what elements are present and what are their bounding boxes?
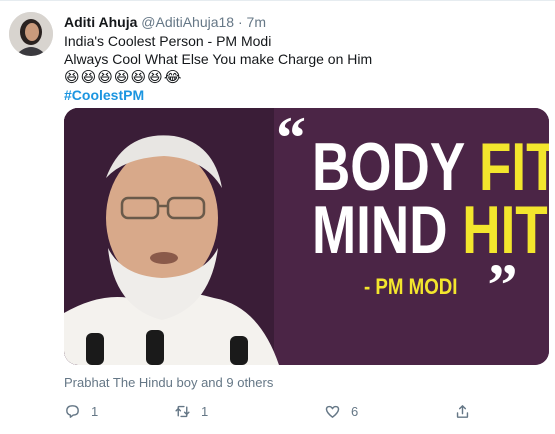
avatar[interactable] (9, 12, 53, 56)
retweet-icon (175, 405, 190, 418)
timestamp[interactable]: 7m (247, 14, 266, 30)
retweet-button[interactable]: 1 (174, 403, 208, 420)
tweet-header: Aditi Ahuja @AditiAhuja18 · 7m (64, 13, 266, 31)
tweet-card[interactable]: Aditi Ahuja @AditiAhuja18 · 7m India's C… (0, 0, 555, 434)
like-button[interactable]: 6 (324, 403, 358, 420)
quote-close-mark: „ (488, 221, 518, 287)
tweet-text-line: India's Coolest Person - PM Modi (64, 33, 272, 49)
share-button[interactable] (454, 403, 471, 420)
tweet-actions: 1 1 6 (64, 403, 484, 425)
tweet-media-image[interactable]: “ BODY FIT, MIND HIT „ - PM MODI (64, 108, 549, 365)
tweet-text: India's Coolest Person - PM Modi Always … (64, 32, 534, 104)
separator-dot: · (237, 14, 243, 30)
like-count: 6 (351, 404, 359, 419)
quote-open-mark: “ (276, 108, 306, 171)
hashtag-link[interactable]: #CoolestPM (64, 86, 534, 104)
heart-icon (325, 405, 340, 418)
reply-icon (66, 405, 79, 418)
retweet-count: 1 (201, 404, 209, 419)
reply-count: 1 (91, 404, 99, 419)
quote-attribution: - PM MODI (364, 274, 458, 299)
author-name[interactable]: Aditi Ahuja (64, 14, 137, 30)
share-icon (456, 405, 469, 418)
quote-word-mind: MIND (312, 192, 463, 268)
liked-by-text[interactable]: Prabhat The Hindu boy and 9 others (64, 375, 273, 390)
author-handle[interactable]: @AditiAhuja18 (141, 14, 234, 30)
tweet-text-line: Always Cool What Else You make Charge on… (64, 51, 373, 67)
reply-button[interactable]: 1 (64, 403, 98, 420)
emoji-row: 😆😆😆😆😆😆😂 (64, 68, 183, 86)
